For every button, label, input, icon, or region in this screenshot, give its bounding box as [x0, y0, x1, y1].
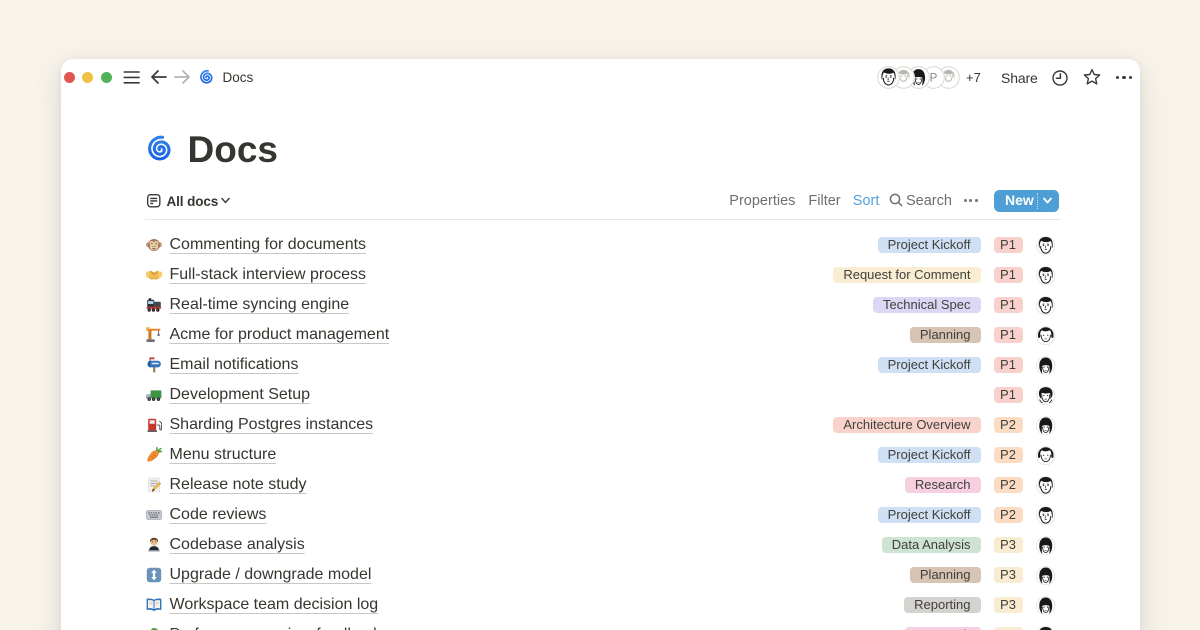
svg-text:P: P — [930, 73, 938, 85]
